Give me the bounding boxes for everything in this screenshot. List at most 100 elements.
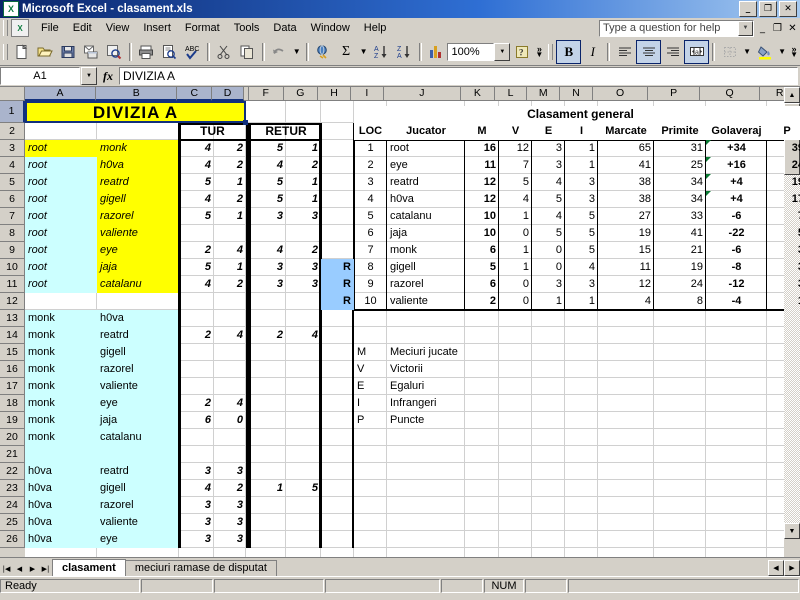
cell-e-10[interactable]: 0: [532, 259, 565, 276]
cell-v-3[interactable]: 12: [499, 140, 532, 157]
cell-tur-home-8[interactable]: [179, 225, 214, 242]
cell-away-7[interactable]: razorel: [97, 208, 179, 225]
cell-ret-home-6[interactable]: 5: [251, 191, 286, 208]
cell-home-15[interactable]: monk: [25, 344, 97, 361]
cell-flag-r-12[interactable]: R: [321, 293, 354, 310]
row-header-16[interactable]: 16: [0, 361, 25, 378]
sort-descending-icon[interactable]: ZA: [393, 41, 416, 63]
cell-ret-away-7[interactable]: 3: [286, 208, 321, 225]
cell-tur-away-16[interactable]: [214, 361, 246, 378]
email-icon[interactable]: [80, 41, 103, 63]
row-header-2[interactable]: 2: [0, 123, 25, 140]
cell-home-26[interactable]: h0va: [25, 531, 97, 548]
cell-legend-key-P[interactable]: P: [354, 412, 387, 429]
cell-ret-away-8[interactable]: [286, 225, 321, 242]
cell-home-13[interactable]: monk: [25, 310, 97, 327]
cell-ret-away-15[interactable]: [286, 344, 321, 361]
ask-a-question-box[interactable]: Type a question for help ▼: [599, 19, 754, 37]
cell-legend-desc-M[interactable]: Meciuri jucate: [387, 344, 465, 361]
cell-home-12[interactable]: [25, 293, 97, 310]
name-box[interactable]: A1: [0, 67, 80, 85]
cell-home-22[interactable]: h0va: [25, 463, 97, 480]
cell-ret-away-23[interactable]: 5: [286, 480, 321, 497]
cell-ret-home-14[interactable]: 2: [251, 327, 286, 344]
cell-p-3[interactable]: 39: [767, 140, 800, 157]
cell-area[interactable]: DIVIZIA A TUR RETUR root monk 4 2 5 1 root h0va 4 2 4…: [25, 101, 800, 557]
column-header-D[interactable]: D: [212, 87, 244, 101]
cell-tur-away-18[interactable]: 4: [214, 395, 246, 412]
cell-away-18[interactable]: eye: [97, 395, 179, 412]
cell-marcate-3[interactable]: 65: [598, 140, 654, 157]
cell-golaveraj-11[interactable]: -12: [706, 276, 767, 293]
cell-jucator-9[interactable]: monk: [387, 242, 465, 259]
cell-away-15[interactable]: gigell: [97, 344, 179, 361]
italic-button[interactable]: I: [581, 41, 604, 63]
cell-home-24[interactable]: h0va: [25, 497, 97, 514]
cell-legend-key-I[interactable]: I: [354, 395, 387, 412]
cell-ret-home-26[interactable]: [251, 531, 286, 548]
cell-standings-header-golaveraj[interactable]: Golaveraj: [706, 123, 767, 140]
cell-v-12[interactable]: 0: [499, 293, 532, 310]
cell-ret-home-15[interactable]: [251, 344, 286, 361]
prev-sheet-button[interactable]: ◀: [13, 561, 26, 576]
cell-ret-away-4[interactable]: 2: [286, 157, 321, 174]
undo-dropdown-icon[interactable]: ▼: [291, 41, 303, 63]
cell-away-16[interactable]: razorel: [97, 361, 179, 378]
cell-header-tur[interactable]: TUR: [179, 123, 246, 140]
undo-icon[interactable]: [268, 41, 291, 63]
cell-jucator-11[interactable]: razorel: [387, 276, 465, 293]
cell-away-6[interactable]: gigell: [97, 191, 179, 208]
cell-primite-4[interactable]: 25: [654, 157, 706, 174]
column-header-K[interactable]: K: [460, 87, 495, 101]
cell-home-8[interactable]: root: [25, 225, 97, 242]
next-sheet-button[interactable]: ▶: [26, 561, 39, 576]
row-header-19[interactable]: 19: [0, 412, 25, 429]
cell-e-6[interactable]: 5: [532, 191, 565, 208]
cell-tur-home-22[interactable]: 3: [179, 463, 214, 480]
column-header-Q[interactable]: Q: [699, 87, 761, 101]
cell-i-11[interactable]: 3: [565, 276, 598, 293]
toolbar-overflow-icon-1[interactable]: » ▼: [533, 41, 545, 63]
column-header-F[interactable]: F: [248, 87, 284, 101]
cell-ret-home-13[interactable]: [251, 310, 286, 327]
row-header-11[interactable]: 11: [0, 276, 25, 293]
cell-loc-11[interactable]: 9: [354, 276, 387, 293]
menu-window[interactable]: Window: [304, 20, 357, 36]
cell-golaveraj-10[interactable]: -8: [706, 259, 767, 276]
cell-legend-desc-E[interactable]: Egaluri: [387, 378, 465, 395]
borders-dropdown-icon[interactable]: ▼: [741, 41, 753, 63]
column-header-A[interactable]: A: [24, 87, 97, 101]
cell-home-25[interactable]: h0va: [25, 514, 97, 531]
cell-home-16[interactable]: monk: [25, 361, 97, 378]
cell-home-9[interactable]: root: [25, 242, 97, 259]
cell-away-21[interactable]: [97, 446, 179, 463]
cell-v-11[interactable]: 0: [499, 276, 532, 293]
cell-flag-r-10[interactable]: R: [321, 259, 354, 276]
cell-tur-away-21[interactable]: [214, 446, 246, 463]
toolbar-gripper-2[interactable]: [548, 44, 554, 60]
cell-tur-away-14[interactable]: 4: [214, 327, 246, 344]
cell-tur-away-12[interactable]: [214, 293, 246, 310]
cell-golaveraj-9[interactable]: -6: [706, 242, 767, 259]
cell-i-3[interactable]: 1: [565, 140, 598, 157]
cell-p-6[interactable]: 17: [767, 191, 800, 208]
row-header-5[interactable]: 5: [0, 174, 25, 191]
menu-format[interactable]: Format: [178, 20, 227, 36]
row-header-10[interactable]: 10: [0, 259, 25, 276]
cell-tur-away-19[interactable]: 0: [214, 412, 246, 429]
cell-legend-desc-V[interactable]: Victorii: [387, 361, 465, 378]
cell-standings-title[interactable]: Clasament general: [354, 106, 800, 123]
cell-ret-home-24[interactable]: [251, 497, 286, 514]
cell-i-12[interactable]: 1: [565, 293, 598, 310]
cell-tur-away-3[interactable]: 2: [214, 140, 246, 157]
cell-legend-key-E[interactable]: E: [354, 378, 387, 395]
cell-tur-home-26[interactable]: 3: [179, 531, 214, 548]
search-icon[interactable]: [103, 41, 126, 63]
cell-title-divizia-a[interactable]: DIVIZIA A: [25, 101, 246, 123]
cell-marcate-10[interactable]: 11: [598, 259, 654, 276]
cell-tur-home-6[interactable]: 4: [179, 191, 214, 208]
spelling-icon[interactable]: ABC: [181, 41, 204, 63]
cell-v-10[interactable]: 1: [499, 259, 532, 276]
cell-away-5[interactable]: reatrd: [97, 174, 179, 191]
cell-flag-r-11[interactable]: R: [321, 276, 354, 293]
